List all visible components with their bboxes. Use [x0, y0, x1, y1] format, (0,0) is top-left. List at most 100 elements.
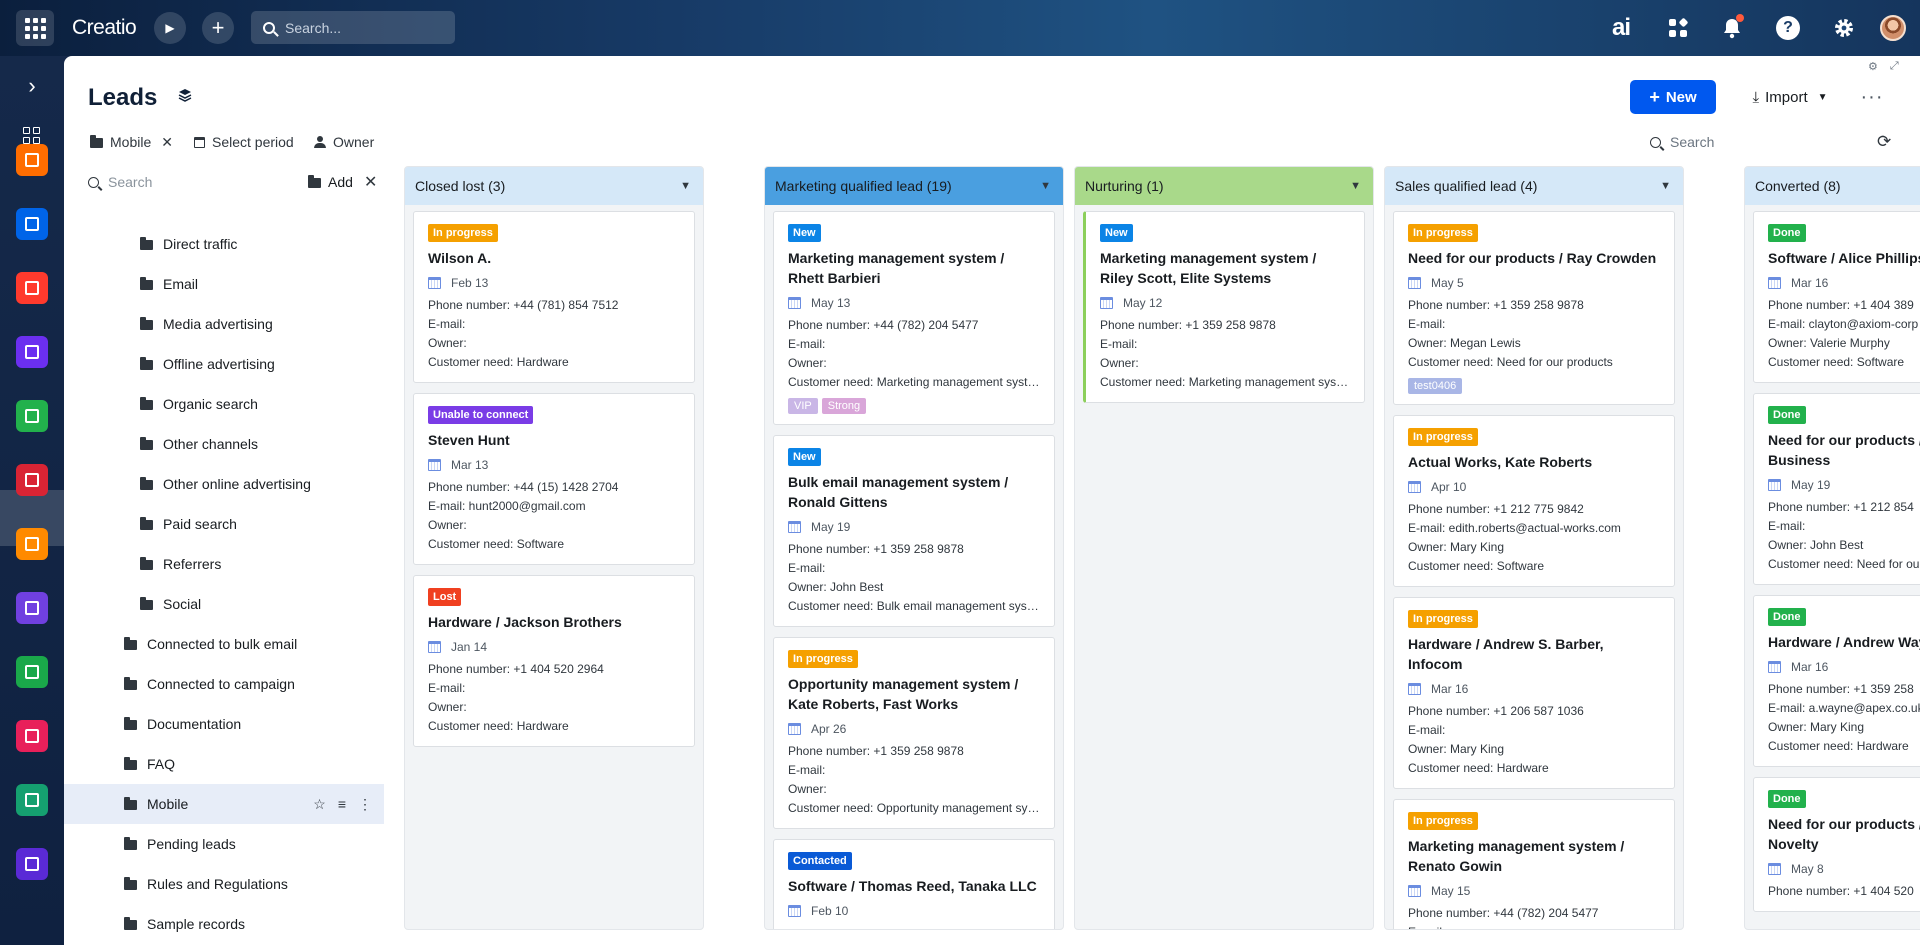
system-settings-button[interactable]: [1830, 14, 1858, 42]
folder-search-input[interactable]: [108, 174, 238, 190]
folder-item[interactable]: FAQ: [64, 744, 384, 784]
global-search-input[interactable]: [285, 19, 435, 36]
collapse-caret-icon[interactable]: ▼: [1660, 180, 1671, 192]
filter-icon[interactable]: ≡: [338, 796, 346, 812]
folder-item[interactable]: Connected to campaign: [64, 664, 384, 704]
app-leads-button[interactable]: [16, 464, 48, 496]
app-accounts-button[interactable]: [16, 528, 48, 560]
folder-search[interactable]: [88, 170, 248, 194]
lead-card[interactable]: New Bulk email management system / Ronald…: [773, 435, 1055, 627]
lead-card[interactable]: Contacted Software / Thomas Reed, Tanaka …: [773, 839, 1055, 929]
tag[interactable]: VIP: [788, 398, 818, 414]
lead-card[interactable]: In progress Actual Works, Kate Roberts Apr…: [1393, 415, 1675, 587]
lead-card[interactable]: Unable to connect Steven Hunt Mar 13 Phone …: [413, 393, 695, 565]
tag[interactable]: test0406: [1408, 378, 1463, 394]
star-icon[interactable]: ☆: [313, 796, 326, 813]
owner-filter[interactable]: Owner: [314, 130, 374, 154]
kebab-icon[interactable]: ⋮: [358, 796, 372, 813]
folder-item[interactable]: Social: [64, 584, 384, 624]
folder-icon: [124, 637, 137, 650]
app-documents-button[interactable]: [16, 784, 48, 816]
stage-column-header[interactable]: Converted (8)▼: [1745, 167, 1920, 205]
notifications-button[interactable]: [1718, 14, 1746, 42]
lead-card[interactable]: In progress Opportunity management system…: [773, 637, 1055, 829]
lead-title: Hardware / Andrew Wayne, Solutions: [1768, 634, 1920, 650]
add-folder-button[interactable]: Add: [308, 170, 353, 194]
global-search[interactable]: [251, 11, 455, 44]
folder-item[interactable]: Referrers: [64, 544, 384, 584]
lead-field: Owner: Mary King: [1408, 540, 1505, 554]
stage-column-header[interactable]: Sales qualified lead (4) ▼: [1385, 167, 1683, 205]
import-button[interactable]: ⤓ Import ▼: [1740, 80, 1840, 114]
folder-item[interactable]: Rules and Regulations: [64, 864, 384, 904]
lead-date: May 13: [788, 296, 1040, 310]
collapse-caret-icon[interactable]: ▼: [1040, 180, 1051, 192]
folder-filter-chip[interactable]: Mobile ✕: [90, 130, 173, 154]
app-chat-button[interactable]: [16, 400, 48, 432]
folder-item[interactable]: Offline advertising: [64, 344, 384, 384]
ai-assistant-button[interactable]: ai: [1607, 14, 1635, 42]
new-lead-button[interactable]: + New: [1630, 80, 1716, 114]
app-orders-button[interactable]: [16, 720, 48, 752]
lead-card[interactable]: New Marketing management system / Riley S…: [1083, 211, 1365, 403]
stage-column-header[interactable]: Nurturing (1) ▼: [1075, 167, 1373, 205]
folder-item[interactable]: Paid search: [64, 504, 384, 544]
help-button[interactable]: ?: [1774, 14, 1802, 42]
expand-sidebar-button[interactable]: ›: [0, 70, 64, 102]
folder-item[interactable]: Direct traffic: [64, 224, 384, 264]
app-home-button[interactable]: [16, 144, 48, 176]
folder-item-label: Mobile: [147, 796, 189, 812]
apps-button[interactable]: [1664, 14, 1692, 42]
calendar-icon: [1408, 277, 1421, 289]
lead-card[interactable]: New Marketing management system / Rhett B…: [773, 211, 1055, 425]
expand-icon[interactable]: ⤢: [1890, 60, 1899, 73]
app-contacts-button[interactable]: [16, 592, 48, 624]
stage-column-header[interactable]: Marketing qualified lead (19) ▼: [765, 167, 1063, 205]
folder-item[interactable]: Documentation: [64, 704, 384, 744]
collapse-caret-icon[interactable]: ▼: [680, 180, 691, 192]
tag[interactable]: Strong: [821, 398, 867, 414]
lead-card[interactable]: Done Need for our products / Wilson, Alph…: [1753, 393, 1920, 585]
layers-icon[interactable]: [177, 87, 193, 103]
folder-item[interactable]: Mobile ☆ ≡ ⋮: [64, 784, 384, 824]
lead-card[interactable]: In progress Marketing management system /…: [1393, 799, 1675, 929]
folder-item[interactable]: Organic search: [64, 384, 384, 424]
collapse-caret-icon[interactable]: ▼: [1350, 180, 1361, 192]
board-search-input[interactable]: [1670, 134, 1840, 150]
period-filter[interactable]: Select period: [194, 130, 294, 154]
app-funnel-button[interactable]: [16, 656, 48, 688]
clear-folder-filter-icon[interactable]: ✕: [161, 134, 173, 151]
create-button[interactable]: +: [202, 12, 234, 44]
lead-card[interactable]: Done Need for our products / Nelson, Nove…: [1753, 777, 1920, 912]
refresh-icon[interactable]: ⟳: [1877, 132, 1891, 152]
folder-item[interactable]: Media advertising: [64, 304, 384, 344]
app-settings-button[interactable]: [16, 848, 48, 880]
app-calendar-button[interactable]: [16, 272, 48, 304]
user-avatar[interactable]: [1880, 15, 1906, 41]
app-launcher-button[interactable]: [16, 10, 54, 46]
lead-card[interactable]: In progress Wilson A. Feb 13 Phone number: …: [413, 211, 695, 383]
folder-item[interactable]: Pending leads: [64, 824, 384, 864]
folder-item[interactable]: Other online advertising: [64, 464, 384, 504]
more-actions-button[interactable]: ···: [1856, 80, 1888, 114]
lead-card[interactable]: In progress Hardware / Andrew S. Barber, …: [1393, 597, 1675, 789]
lead-card[interactable]: Done Software / Alice Phillips, Axiom Mar …: [1753, 211, 1920, 383]
lead-date: Jan 14: [428, 640, 680, 654]
lead-card[interactable]: Done Hardware / Andrew Wayne, Solutions Ma…: [1753, 595, 1920, 767]
stage-column-header[interactable]: Closed lost (3) ▼: [405, 167, 703, 205]
lead-card[interactable]: Lost Hardware / Jackson Brothers Jan 14 Pho…: [413, 575, 695, 747]
folder-item[interactable]: Other channels: [64, 424, 384, 464]
folder-item[interactable]: Sample records: [64, 904, 384, 944]
folder-item[interactable]: Email: [64, 264, 384, 304]
app-flag-button[interactable]: [16, 336, 48, 368]
lead-field: Customer need: Software: [1768, 355, 1905, 369]
folder-item[interactable]: Connected to bulk email: [64, 624, 384, 664]
lead-card[interactable]: In progress Need for our products / Ray C…: [1393, 211, 1675, 405]
creatio-logo[interactable]: Creatio: [72, 16, 137, 40]
app-analytics-button[interactable]: [16, 208, 48, 240]
dashboard-icon[interactable]: [23, 127, 40, 144]
run-process-button[interactable]: ▶: [154, 12, 186, 44]
settings-small-icon[interactable]: ⚙: [1868, 60, 1878, 73]
close-folder-panel-icon[interactable]: ✕: [364, 170, 377, 194]
board-search[interactable]: [1650, 130, 1840, 154]
